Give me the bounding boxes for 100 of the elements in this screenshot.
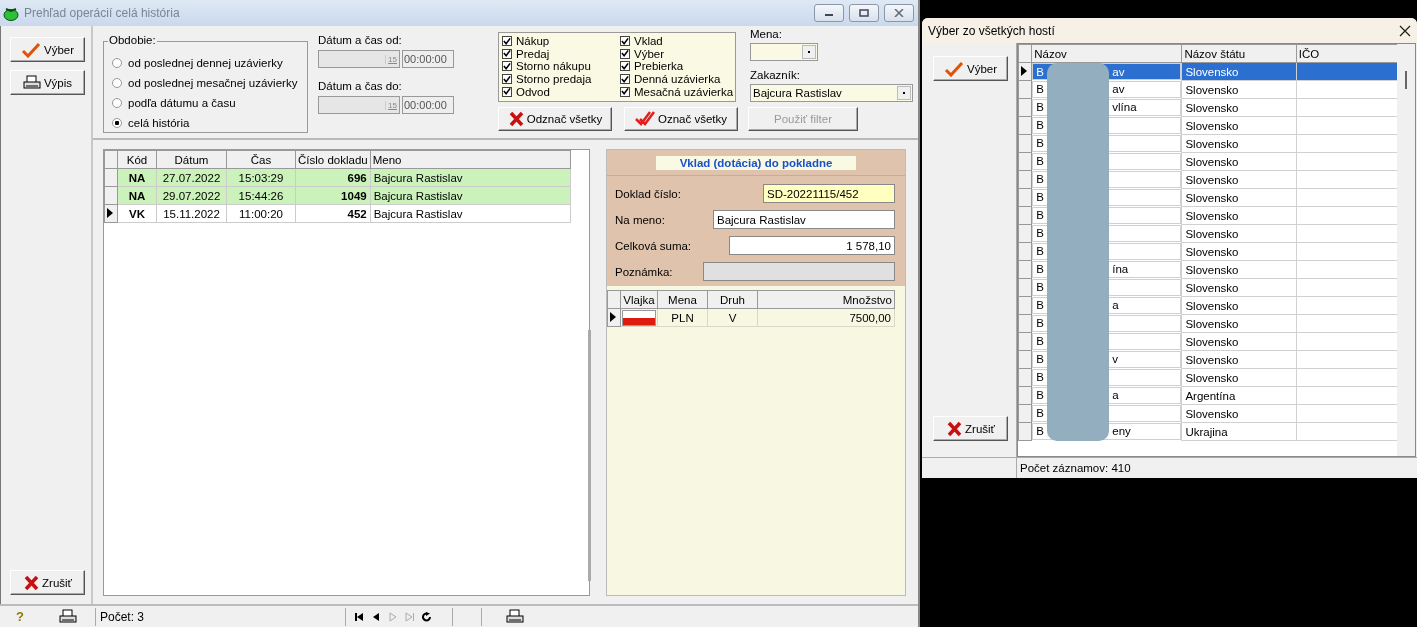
table-cell-text: B bbox=[1036, 65, 1045, 78]
table-cell-text: B bbox=[1036, 281, 1045, 293]
checkbox-option[interactable]: Denná uzávierka bbox=[620, 72, 738, 86]
radio-button[interactable] bbox=[112, 98, 122, 108]
table-cell-text: B bbox=[1036, 101, 1045, 113]
column-header[interactable]: Názov bbox=[1031, 44, 1182, 63]
side-button[interactable]: Výber bbox=[10, 37, 85, 62]
table-cell-text: B bbox=[1036, 353, 1045, 365]
scrollbar-thumb[interactable] bbox=[1405, 71, 1407, 89]
column-header[interactable]: Číslo dokladu bbox=[295, 150, 371, 169]
table-cell: Slovensko bbox=[1181, 260, 1297, 279]
dropdown-icon bbox=[807, 50, 811, 54]
table-cell: Slovensko bbox=[1181, 332, 1297, 351]
table-cell: eny bbox=[1112, 425, 1131, 437]
help-button[interactable]: ? bbox=[0, 609, 40, 624]
column-header[interactable]: Názov štátu bbox=[1181, 44, 1297, 63]
radio-option[interactable]: od poslednej mesačnej uzávierky bbox=[112, 76, 307, 90]
table-cell: Slovensko bbox=[1181, 170, 1297, 189]
checkbox[interactable] bbox=[502, 36, 512, 47]
field-label: Poznámka: bbox=[615, 265, 674, 278]
checkbox[interactable] bbox=[620, 36, 630, 47]
table-cell: Slovensko bbox=[1181, 206, 1297, 225]
checkbox[interactable] bbox=[502, 74, 512, 85]
radio-button[interactable] bbox=[112, 58, 122, 68]
checkbox[interactable] bbox=[620, 48, 630, 59]
checkbox-option[interactable]: Mesačná uzávierka bbox=[620, 85, 738, 98]
checkbox[interactable] bbox=[620, 61, 630, 72]
scrollbar[interactable] bbox=[1397, 44, 1415, 456]
cross-icon bbox=[507, 111, 524, 127]
radio-button[interactable] bbox=[112, 118, 122, 128]
cross-icon bbox=[23, 574, 40, 591]
table-cell: Slovensko bbox=[1181, 296, 1297, 315]
checkbox-option[interactable]: Storno nákupu bbox=[502, 60, 620, 73]
table-cell-text: B bbox=[1036, 119, 1045, 131]
radio-option[interactable]: od poslednej dennej uzávierky bbox=[112, 56, 307, 70]
checkbox-option[interactable]: Výber bbox=[620, 47, 738, 61]
column-header[interactable]: Množstvo bbox=[757, 290, 895, 309]
column-header[interactable]: Meno bbox=[370, 150, 571, 169]
navigation-button[interactable] bbox=[371, 611, 381, 622]
checkbox-option[interactable]: Odvod bbox=[502, 85, 620, 98]
scrollbar[interactable] bbox=[588, 330, 591, 581]
radio-option[interactable]: celá história bbox=[112, 116, 307, 130]
currency-dropdown[interactable] bbox=[750, 43, 818, 61]
table-cell: Slovensko bbox=[1181, 368, 1297, 387]
table-cell-text: B bbox=[1036, 137, 1045, 149]
table-cell-text: B bbox=[1036, 389, 1045, 401]
table-cell: Slovensko bbox=[1181, 80, 1297, 99]
detail-title: Vklad (dotácia) do pokladne bbox=[656, 155, 856, 170]
checkbox-option[interactable]: Prebierka bbox=[620, 60, 738, 73]
detail-field[interactable] bbox=[703, 262, 895, 281]
maximize-button[interactable] bbox=[849, 4, 879, 22]
navigation-button[interactable] bbox=[422, 611, 432, 622]
column-header[interactable]: Čas bbox=[226, 150, 296, 169]
customer-dropdown[interactable]: Bajcura Rastislav bbox=[750, 84, 913, 102]
table-cell-text: B bbox=[1036, 227, 1045, 239]
table-cell-text: B bbox=[1036, 335, 1045, 347]
radio-button[interactable] bbox=[112, 78, 122, 88]
dropdown-icon bbox=[902, 91, 906, 95]
detail-field[interactable]: SD-20221115/452 bbox=[763, 184, 895, 203]
filter-button[interactable]: Odznač všetky bbox=[498, 107, 612, 131]
cross-icon bbox=[946, 420, 963, 437]
checkbox-option[interactable]: Storno predaja bbox=[502, 72, 620, 86]
detail-field[interactable]: Bajcura Rastislav bbox=[713, 210, 895, 229]
checkbox-option[interactable]: Vklad bbox=[620, 35, 738, 48]
column-header[interactable]: Kód bbox=[117, 150, 157, 169]
pointer-icon bbox=[107, 207, 113, 218]
filter-button[interactable]: Označ všetky bbox=[624, 107, 738, 131]
cancel-button[interactable]: Zrušiť bbox=[933, 416, 1008, 441]
checkbox[interactable] bbox=[502, 61, 512, 72]
column-header[interactable]: Druh bbox=[707, 290, 758, 309]
checkbox[interactable] bbox=[502, 86, 512, 97]
checkbox-option[interactable]: Nákup bbox=[502, 35, 620, 48]
printer-icon bbox=[58, 608, 77, 625]
table-cell: Argentína bbox=[1181, 386, 1297, 405]
column-header[interactable]: Vlajka bbox=[620, 290, 658, 309]
table-cell-text: B bbox=[1036, 407, 1045, 419]
checkbox[interactable] bbox=[620, 74, 630, 85]
column-header[interactable]: IČO bbox=[1296, 44, 1398, 63]
print-button[interactable] bbox=[506, 608, 524, 625]
table-cell-text: B bbox=[1036, 209, 1045, 221]
table-cell-text: B bbox=[1036, 191, 1045, 203]
minimize-button[interactable] bbox=[814, 4, 844, 22]
select-button[interactable]: Výber bbox=[933, 56, 1008, 81]
table-cell: a bbox=[1112, 389, 1119, 401]
table-cell: Slovensko bbox=[1181, 350, 1297, 369]
detail-field[interactable]: 1 578,10 bbox=[729, 236, 895, 255]
navigation-button[interactable] bbox=[354, 611, 364, 622]
checkbox[interactable] bbox=[620, 86, 630, 97]
column-header[interactable]: Mena bbox=[657, 290, 708, 309]
group-title: Obdobie: bbox=[108, 34, 157, 46]
checkbox-option[interactable]: Predaj bbox=[502, 47, 620, 61]
radio-option[interactable]: podľa dátumu a času bbox=[112, 96, 307, 110]
field-label: Mena: bbox=[750, 28, 783, 42]
checkbox[interactable] bbox=[502, 48, 512, 59]
field-label: Doklad číslo: bbox=[615, 187, 682, 200]
column-header[interactable]: Dátum bbox=[156, 150, 227, 169]
side-button[interactable]: Výpis bbox=[10, 70, 85, 95]
cancel-button[interactable]: Zrušiť bbox=[10, 570, 85, 595]
table-cell-text: B bbox=[1036, 155, 1045, 167]
table-cell: a bbox=[1112, 299, 1119, 311]
